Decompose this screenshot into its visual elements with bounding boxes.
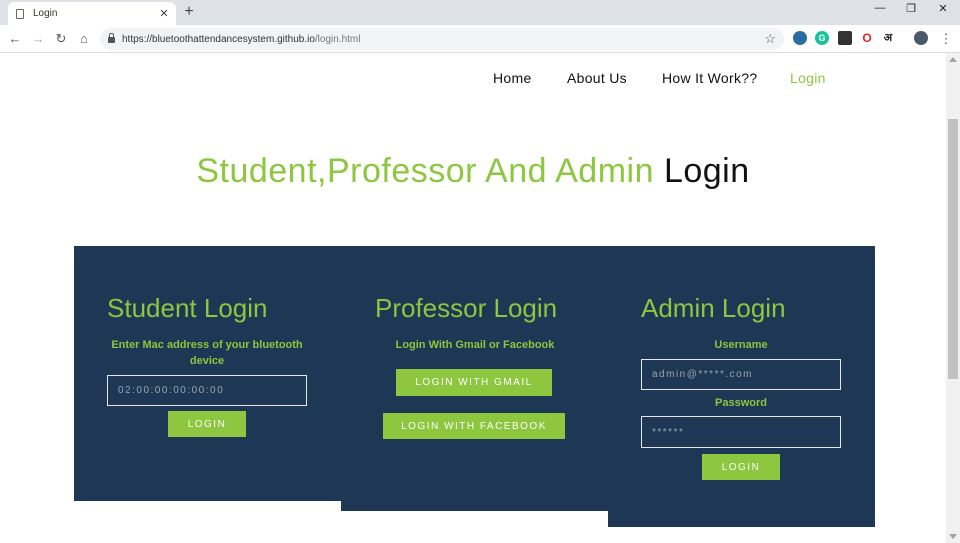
professor-login-panel: Professor Login Login With Gmail or Face… bbox=[341, 246, 609, 511]
scroll-up-arrow-icon[interactable] bbox=[949, 57, 957, 62]
back-icon[interactable]: ← bbox=[6, 30, 24, 48]
student-login-title: Student Login bbox=[107, 293, 268, 323]
page-icon bbox=[16, 8, 24, 19]
address-bar[interactable]: https://bluetoothattendancesystem.github… bbox=[100, 28, 784, 50]
extension-box-icon[interactable] bbox=[838, 31, 852, 45]
nav-login[interactable]: Login bbox=[790, 70, 826, 86]
page-title: Student,Professor And Admin Login bbox=[0, 152, 946, 191]
tab-strip: Login ✕ + — ❐ ✕ bbox=[0, 0, 960, 25]
reload-icon[interactable]: ↻ bbox=[52, 30, 70, 48]
password-input[interactable]: ****** bbox=[641, 416, 841, 448]
grammarly-icon[interactable]: G bbox=[815, 31, 829, 45]
student-login-panel: Student Login Enter Mac address of your … bbox=[74, 246, 342, 501]
login-with-gmail-button[interactable]: LOGIN WITH GMAIL bbox=[396, 369, 552, 396]
login-with-facebook-button[interactable]: LOGIN WITH FACEBOOK bbox=[383, 413, 565, 439]
admin-login-title: Admin Login bbox=[641, 293, 786, 323]
extension-globe-icon[interactable] bbox=[793, 31, 807, 45]
home-icon[interactable]: ⌂ bbox=[75, 30, 93, 48]
nav-how-it-works[interactable]: How It Work?? bbox=[662, 70, 757, 86]
restore-icon[interactable]: ❐ bbox=[896, 2, 926, 15]
url-path: /login.html bbox=[314, 33, 361, 45]
forward-icon[interactable]: → bbox=[29, 30, 47, 48]
scroll-thumb[interactable] bbox=[948, 119, 958, 379]
page-title-dark: Login bbox=[663, 152, 750, 190]
menu-icon[interactable]: ⋮ bbox=[937, 30, 955, 48]
nav-about[interactable]: About Us bbox=[567, 70, 627, 86]
close-tab-icon[interactable]: ✕ bbox=[156, 7, 172, 20]
page-title-green: Student,Professor And Admin bbox=[196, 152, 654, 190]
professor-login-title: Professor Login bbox=[375, 293, 558, 323]
new-tab-icon[interactable]: + bbox=[180, 3, 198, 21]
lock-icon bbox=[108, 33, 115, 43]
student-mac-hint: Enter Mac address of your bluetooth devi… bbox=[111, 339, 303, 367]
page-scrollbar[interactable] bbox=[946, 53, 960, 543]
admin-login-button[interactable]: LOGIN bbox=[702, 454, 780, 480]
username-label: Username bbox=[714, 339, 768, 351]
bookmark-star-icon[interactable]: ☆ bbox=[764, 31, 776, 47]
student-login-button[interactable]: LOGIN bbox=[168, 411, 246, 437]
hindi-input-icon[interactable]: अ bbox=[881, 31, 895, 45]
scroll-down-arrow-icon[interactable] bbox=[949, 534, 957, 539]
password-label: Password bbox=[715, 397, 767, 409]
profile-avatar-icon[interactable] bbox=[914, 31, 928, 45]
url-host: https://bluetoothattendancesystem.github… bbox=[122, 33, 315, 45]
minimize-icon[interactable]: — bbox=[865, 2, 895, 14]
nav-home[interactable]: Home bbox=[493, 70, 532, 86]
mac-address-input[interactable]: 02:00:00:00:00:00 bbox=[107, 375, 307, 406]
professor-hint: Login With Gmail or Facebook bbox=[395, 339, 555, 351]
tab-title: Login bbox=[33, 8, 58, 19]
browser-toolbar: ← → ↻ ⌂ https://bluetoothattendancesyste… bbox=[0, 25, 960, 53]
opera-icon[interactable]: O bbox=[860, 31, 874, 45]
browser-tab[interactable]: Login ✕ bbox=[8, 2, 176, 25]
close-window-icon[interactable]: ✕ bbox=[928, 2, 958, 15]
admin-login-panel: Admin Login Username admin@*****.com Pas… bbox=[608, 246, 875, 527]
username-input[interactable]: admin@*****.com bbox=[641, 359, 841, 390]
